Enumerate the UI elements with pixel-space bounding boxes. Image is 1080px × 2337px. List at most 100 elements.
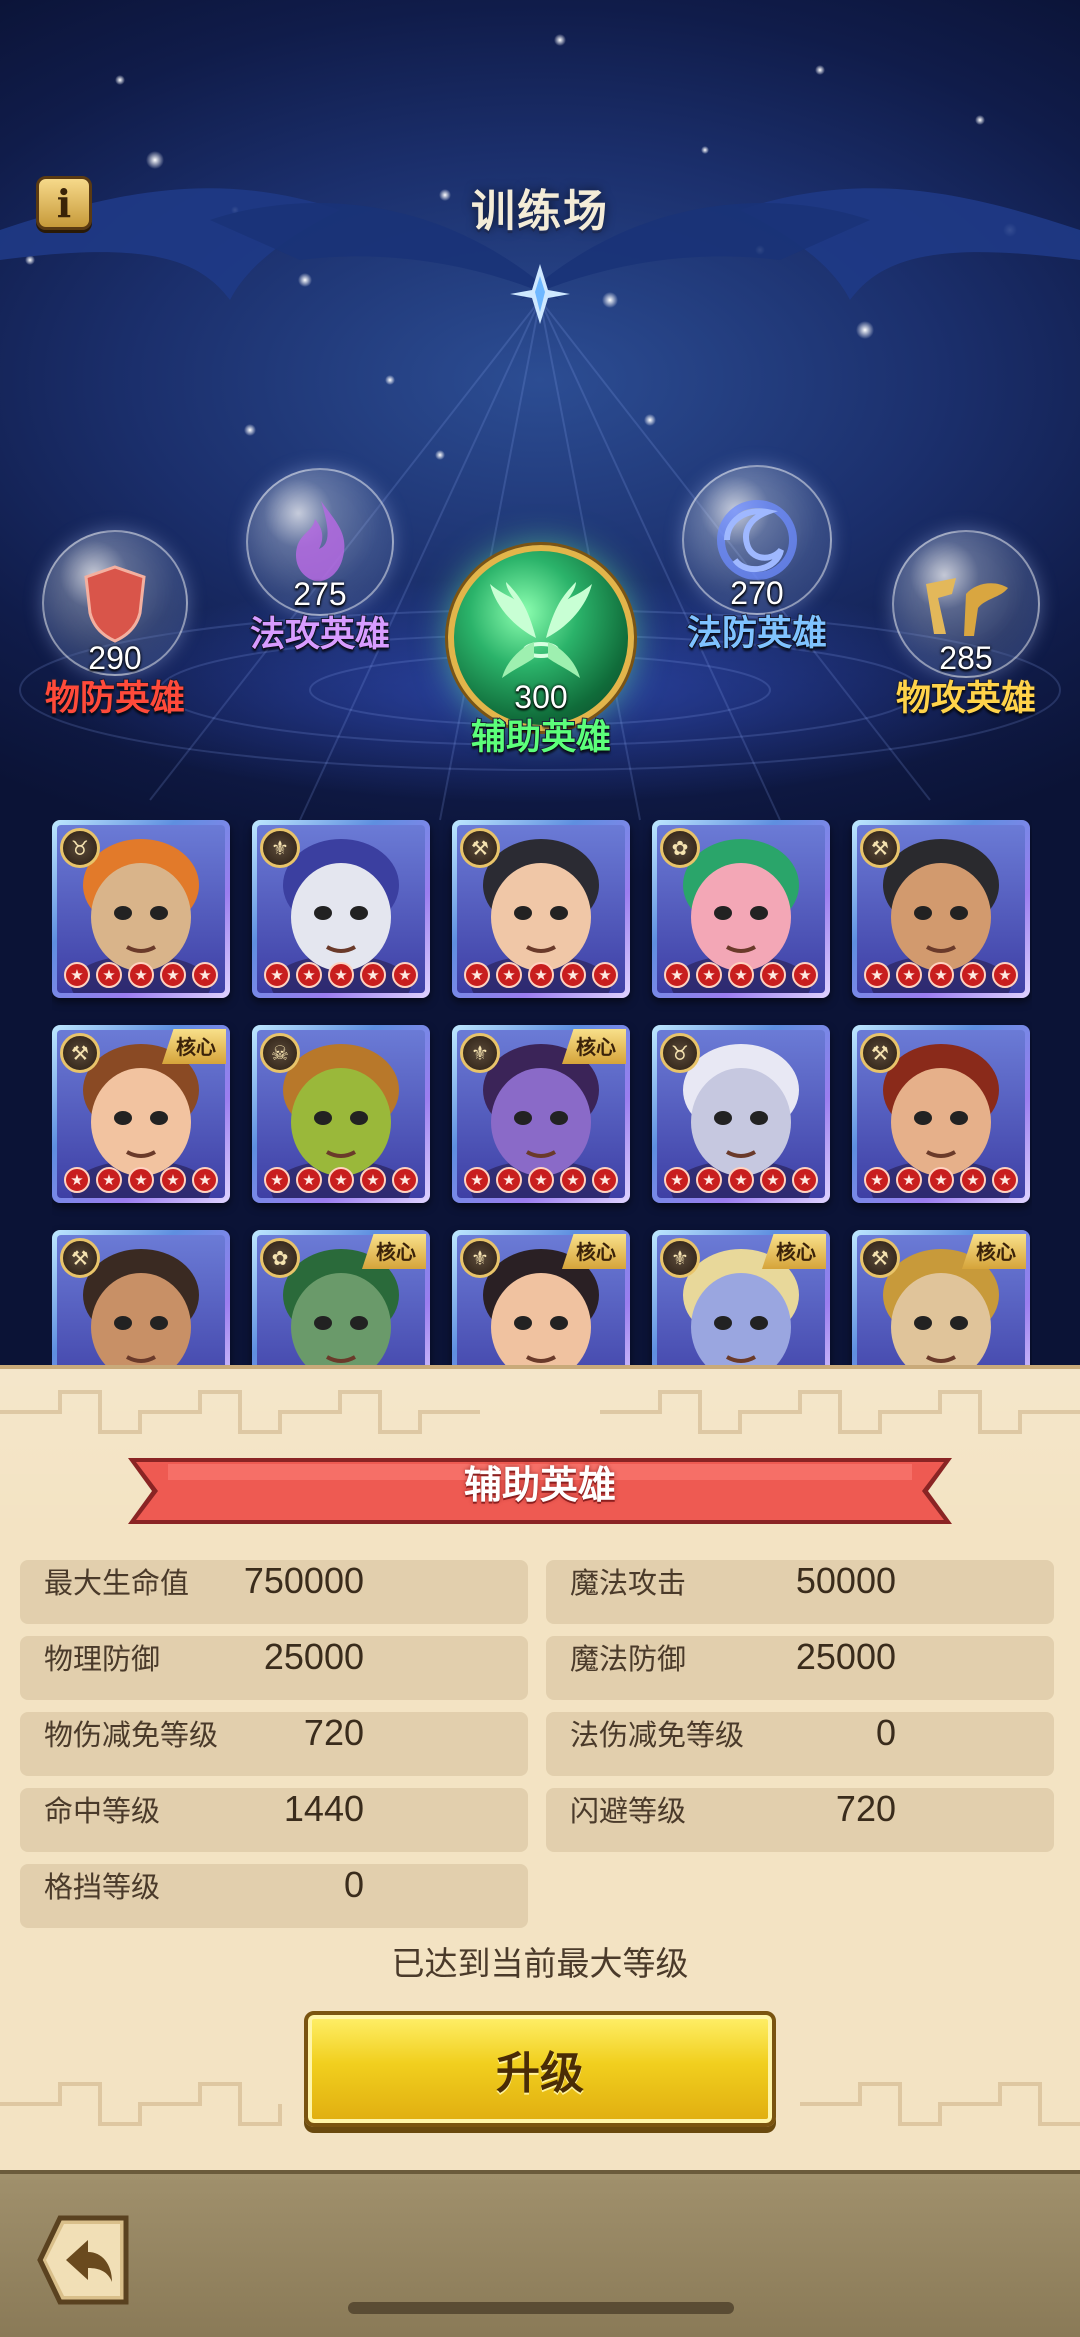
star-icon: ★ <box>496 962 522 988</box>
max-level-message: 已达到当前最大等级 <box>391 1944 689 1983</box>
hero-card[interactable]: ⚒ <box>52 1230 230 1365</box>
star-rating: ★ ★ ★ ★ ★ <box>464 962 618 988</box>
orb-label: 法攻英雄 <box>249 614 391 656</box>
stat-row: 魔法攻击 50000 <box>546 1560 1054 1624</box>
orb-label: 物防英雄 <box>44 678 186 720</box>
star-icon: ★ <box>296 962 322 988</box>
hero-card[interactable]: ⚜ 核心 <box>452 1230 630 1365</box>
star-icon: ★ <box>64 1167 90 1193</box>
star-icon: ★ <box>464 962 490 988</box>
star-icon: ★ <box>496 1167 522 1193</box>
star-icon: ★ <box>528 962 554 988</box>
stat-value: 25000 <box>263 1636 364 1677</box>
hero-card[interactable]: ⚜ 核心 <box>652 1230 830 1365</box>
hero-card[interactable]: ♉ ★ ★ ★ ★ ★ <box>652 1025 830 1203</box>
star-icon: ★ <box>560 962 586 988</box>
hero-card[interactable]: ✿ ★ ★ ★ ★ ★ <box>652 820 830 998</box>
axe-icon: ⚒ <box>860 828 900 868</box>
star-rating: ★ ★ ★ ★ ★ <box>64 962 218 988</box>
star-icon: ★ <box>728 962 754 988</box>
category-banner: 辅助英雄 <box>128 1454 952 1528</box>
hero-card[interactable]: ♉ ★ ★ ★ ★ ★ <box>52 820 230 998</box>
star-icon: ★ <box>696 962 722 988</box>
orb-magic-defense[interactable]: 270 法防英雄 <box>682 465 832 655</box>
upgrade-button-label: 升级 <box>496 2048 584 2099</box>
hero-card[interactable]: ⚒ ★ ★ ★ ★ ★ <box>852 1025 1030 1203</box>
orb-physical-defense[interactable]: 290 物防英雄 <box>42 530 188 720</box>
star-rating: ★ ★ ★ ★ ★ <box>464 1167 618 1193</box>
stat-value: 25000 <box>795 1636 896 1677</box>
orb-magic-attack[interactable]: 275 法攻英雄 <box>246 468 394 656</box>
star-icon: ★ <box>264 962 290 988</box>
stat-value: 720 <box>303 1712 364 1753</box>
axe-icon: ⚒ <box>860 1033 900 1073</box>
hero-card[interactable]: ⚜ 核心 ★ ★ ★ ★ ★ <box>452 1025 630 1203</box>
paw-icon: ✿ <box>660 828 700 868</box>
star-icon: ★ <box>528 1167 554 1193</box>
star-icon: ★ <box>128 962 154 988</box>
hero-card[interactable]: ⚒ 核心 <box>852 1230 1030 1365</box>
horned-helmet-icon: ♉ <box>60 828 100 868</box>
stat-row: 法伤减免等级 0 <box>546 1712 1054 1776</box>
star-icon: ★ <box>592 1167 618 1193</box>
star-icon: ★ <box>664 962 690 988</box>
orb-label: 辅助英雄 <box>470 717 612 759</box>
orb-support[interactable]: 300 辅助英雄 <box>448 545 634 759</box>
stat-name: 魔法防御 <box>570 1642 687 1676</box>
star-icon: ★ <box>192 962 218 988</box>
upgrade-button[interactable]: 升级 <box>304 2011 776 2127</box>
stat-value: 1440 <box>283 1788 364 1829</box>
stat-row: 闪避等级 720 <box>546 1788 1054 1852</box>
star-icon: ★ <box>360 962 386 988</box>
stat-row: 魔法防御 25000 <box>546 1636 1054 1700</box>
star-icon: ★ <box>592 962 618 988</box>
hero-card[interactable]: ⚒ ★ ★ ★ ★ ★ <box>852 820 1030 998</box>
stat-row: 格挡等级 0 <box>20 1864 528 1928</box>
star-icon: ★ <box>792 962 818 988</box>
stat-name: 法伤减免等级 <box>570 1718 745 1752</box>
hero-card[interactable]: ☠ ★ ★ ★ ★ ★ <box>252 1025 430 1203</box>
stat-name: 魔法攻击 <box>570 1566 687 1600</box>
star-icon: ★ <box>96 1167 122 1193</box>
stat-value: 720 <box>835 1788 896 1829</box>
star-icon: ★ <box>896 962 922 988</box>
footer-bar <box>0 2170 1080 2337</box>
star-icon: ★ <box>64 962 90 988</box>
orb-physical-attack[interactable]: 285 物攻英雄 <box>892 530 1040 720</box>
axe-icon: ⚒ <box>60 1238 100 1278</box>
hero-card[interactable]: ⚜ ★ ★ ★ ★ ★ <box>252 820 430 998</box>
star-icon: ★ <box>328 962 354 988</box>
shield-wings-icon: ⚜ <box>460 1238 500 1278</box>
star-icon: ★ <box>992 1167 1018 1193</box>
star-rating: ★ ★ ★ ★ ★ <box>664 962 818 988</box>
stat-name: 命中等级 <box>44 1794 161 1828</box>
back-button[interactable] <box>30 2212 136 2308</box>
star-rating: ★ ★ ★ ★ ★ <box>264 962 418 988</box>
hero-card[interactable]: ⚒ ★ ★ ★ ★ ★ <box>452 820 630 998</box>
orb-label: 物攻英雄 <box>895 678 1037 720</box>
star-rating: ★ ★ ★ ★ ★ <box>64 1167 218 1193</box>
star-icon: ★ <box>792 1167 818 1193</box>
stat-name: 格挡等级 <box>44 1870 161 1904</box>
hero-card[interactable]: ✿ 核心 <box>252 1230 430 1365</box>
stat-name: 最大生命值 <box>44 1566 190 1600</box>
hero-card[interactable]: ⚒ 核心 ★ ★ ★ ★ ★ <box>52 1025 230 1203</box>
star-icon: ★ <box>392 1167 418 1193</box>
home-indicator <box>348 2302 734 2314</box>
category-title: 辅助英雄 <box>463 1463 616 1507</box>
horned-helmet-icon: ♉ <box>660 1033 700 1073</box>
star-icon: ★ <box>192 1167 218 1193</box>
axe-icon: ⚒ <box>860 1238 900 1278</box>
stat-row: 物伤减免等级 720 <box>20 1712 528 1776</box>
stat-name: 物伤减免等级 <box>44 1718 219 1752</box>
star-icon: ★ <box>896 1167 922 1193</box>
star-icon: ★ <box>664 1167 690 1193</box>
paw-icon: ✿ <box>260 1238 300 1278</box>
star-icon: ★ <box>864 1167 890 1193</box>
star-rating: ★ ★ ★ ★ ★ <box>864 962 1018 988</box>
shield-wings-icon: ⚜ <box>460 1033 500 1073</box>
panel-border-pattern <box>0 1390 1080 1434</box>
star-icon: ★ <box>928 962 954 988</box>
sparkle-diamond-icon <box>510 264 570 324</box>
stat-name: 闪避等级 <box>570 1794 687 1828</box>
